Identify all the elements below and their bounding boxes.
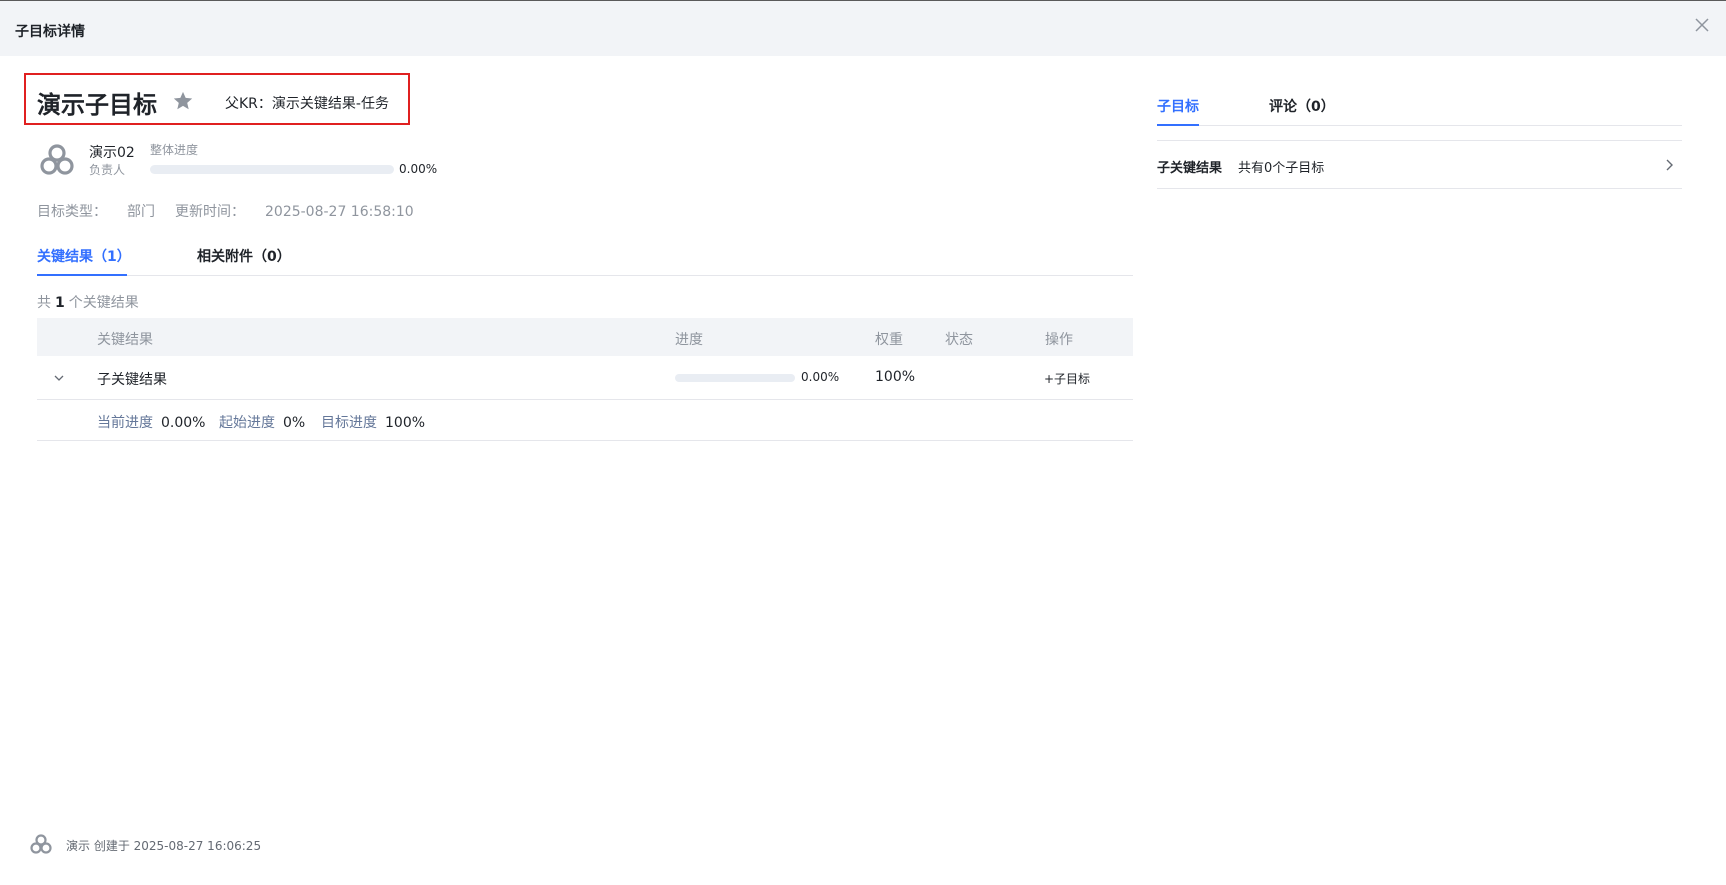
- start-progress: 起始进度 0%: [219, 412, 305, 432]
- target-progress-value: 100%: [385, 415, 426, 431]
- side-active-tab-indicator: [1157, 124, 1199, 126]
- kr-count-suffix: 个关键结果: [68, 295, 139, 311]
- add-subgoal-button[interactable]: +子目标: [1044, 370, 1090, 387]
- updated-time: 更新时间： 2025-08-27 16:58:10: [175, 204, 414, 220]
- tab-comments[interactable]: 评论（0）: [1269, 96, 1335, 126]
- kr-weight: 100%: [875, 369, 916, 385]
- header-status: 状态: [945, 332, 973, 348]
- tab-key-results[interactable]: 关键结果（1）: [37, 246, 131, 276]
- parent-kr-label: 父KR：: [225, 96, 272, 112]
- dialog-header: 子目标详情: [0, 1, 1726, 56]
- subgoal-row-label: 子关键结果: [1157, 161, 1223, 176]
- kr-table: 关键结果 进度 权重 状态 操作 子关键结果 0.00% 100% +子目标 当…: [37, 318, 1133, 441]
- goal-title: 演示子目标: [37, 91, 157, 119]
- current-progress-label: 当前进度: [97, 415, 153, 431]
- side-tabs: 子目标 评论（0）: [1157, 96, 1682, 126]
- start-progress-label: 起始进度: [219, 415, 275, 431]
- owner-name: 演示02: [89, 145, 135, 161]
- kr-count-prefix: 共: [37, 295, 51, 311]
- table-header: 关键结果 进度 权重 状态 操作: [37, 318, 1133, 356]
- owner-role: 负责人: [89, 163, 126, 177]
- table-row: 子关键结果 0.00% 100% +子目标: [37, 356, 1133, 400]
- star-icon[interactable]: [172, 90, 194, 112]
- target-progress-label: 目标进度: [321, 415, 377, 431]
- updated-time-value: 2025-08-27 16:58:10: [265, 204, 414, 220]
- overall-progress-bar: [150, 165, 394, 174]
- tab-attachments[interactable]: 相关附件（0）: [197, 246, 291, 276]
- avatar: [40, 144, 74, 175]
- kr-progress-bar: [675, 374, 795, 382]
- overall-progress-value: 0.00%: [399, 162, 438, 176]
- subgoal-row[interactable]: 子关键结果 共有0个子目标: [1157, 140, 1682, 189]
- dialog-title: 子目标详情: [15, 24, 85, 40]
- close-icon[interactable]: [1692, 15, 1712, 35]
- parent-kr: 父KR：演示关键结果-任务: [225, 93, 389, 113]
- start-progress-value: 0%: [283, 415, 306, 431]
- kr-detail-row: 当前进度 0.00% 起始进度 0% 目标进度 100%: [37, 400, 1133, 441]
- kr-name[interactable]: 子关键结果: [97, 369, 167, 389]
- subgoal-row-count: 共有0个子目标: [1238, 161, 1325, 176]
- kr-progress-value: 0.00%: [801, 370, 840, 384]
- detail-tabs: 关键结果（1） 相关附件（0）: [37, 246, 1133, 276]
- active-tab-indicator: [37, 274, 127, 276]
- overall-progress-label: 整体进度: [150, 143, 199, 157]
- current-progress-value: 0.00%: [161, 415, 206, 431]
- chevron-down-icon[interactable]: [52, 371, 66, 385]
- goal-meta: 目标类型： 部门 更新时间： 2025-08-27 16:58:10: [37, 201, 414, 221]
- header-weight: 权重: [875, 332, 903, 348]
- goal-type-label: 目标类型：: [37, 204, 107, 220]
- target-progress: 目标进度 100%: [321, 412, 425, 432]
- chevron-right-icon[interactable]: [1662, 157, 1676, 173]
- kr-count: 共 1 个关键结果: [37, 292, 139, 312]
- kr-count-number: 1: [55, 295, 65, 311]
- parent-kr-value: 演示关键结果-任务: [271, 96, 389, 112]
- creator-info: 演示 创建于 2025-08-27 16:06:25: [66, 839, 262, 853]
- goal-type-value: 部门: [127, 204, 155, 220]
- creator-avatar: [30, 834, 52, 854]
- header-action: 操作: [1045, 332, 1073, 348]
- header-kr: 关键结果: [97, 332, 153, 348]
- header-progress: 进度: [675, 332, 703, 348]
- updated-time-label: 更新时间：: [175, 204, 245, 220]
- goal-type: 目标类型： 部门: [37, 204, 155, 220]
- tab-subgoals[interactable]: 子目标: [1157, 96, 1199, 126]
- current-progress: 当前进度 0.00%: [97, 412, 205, 432]
